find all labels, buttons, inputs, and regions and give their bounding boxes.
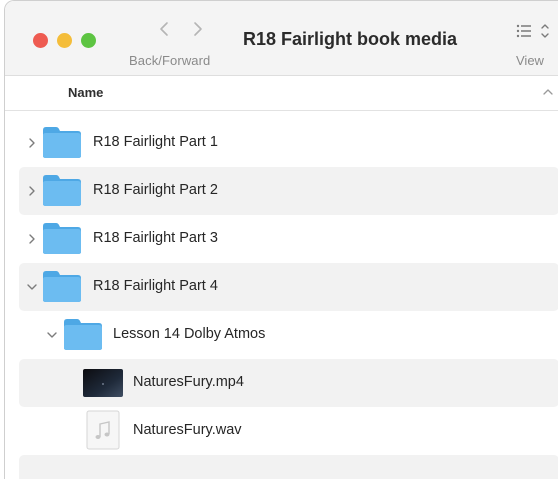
disclosure-expanded-icon[interactable]	[45, 328, 59, 342]
disclosure-collapsed-icon[interactable]	[25, 184, 39, 198]
disclosure-collapsed-icon[interactable]	[25, 136, 39, 150]
file-list: R18 Fairlight Part 1 R18 Fairlight Part …	[19, 119, 558, 479]
window-title: R18 Fairlight book media	[243, 29, 458, 49]
folder-icon	[41, 221, 83, 260]
folder-icon	[62, 317, 104, 356]
chevron-right-icon	[194, 22, 202, 36]
list-item[interactable]: R18 Fairlight Part 2	[19, 167, 558, 215]
list-item[interactable]: R18 Fairlight Part 1	[19, 119, 558, 167]
list-view-icon	[516, 24, 549, 38]
view-label: View	[516, 53, 544, 68]
chevron-left-icon	[160, 22, 168, 36]
view-options-button[interactable]	[515, 21, 555, 41]
close-button[interactable]	[33, 33, 48, 48]
folder-icon	[41, 269, 83, 308]
folder-icon	[41, 173, 83, 212]
title-bar: Back/Forward R18 Fairlight book media Vi…	[5, 1, 558, 76]
list-item-label: R18 Fairlight Part 1	[93, 134, 218, 150]
list-item-label: R18 Fairlight Part 3	[93, 230, 218, 246]
list-item-label: Lesson 14 Dolby Atmos	[113, 326, 266, 342]
list-item[interactable]: R18 Fairlight Part 4	[19, 263, 558, 311]
list-item[interactable]: NaturesFury.mp4	[19, 359, 558, 407]
zoom-button[interactable]	[81, 33, 96, 48]
name-column-header[interactable]: Name	[68, 85, 103, 100]
minimize-button[interactable]	[57, 33, 72, 48]
column-header: Name	[5, 76, 558, 111]
list-item-label: R18 Fairlight Part 2	[93, 182, 218, 198]
disclosure-collapsed-icon[interactable]	[25, 232, 39, 246]
sort-ascending-icon[interactable]	[542, 85, 554, 97]
list-item-label: NaturesFury.mp4	[133, 374, 244, 390]
audio-file-icon	[86, 410, 120, 455]
back-button[interactable]	[155, 19, 175, 39]
folder-icon	[41, 125, 83, 164]
forward-button[interactable]	[187, 19, 207, 39]
list-item-label: R18 Fairlight Part 4	[93, 278, 218, 294]
empty-list-row	[19, 455, 558, 479]
list-item[interactable]: R18 Fairlight Part 3	[19, 215, 558, 263]
finder-window: Back/Forward R18 Fairlight book media Vi…	[4, 0, 558, 479]
disclosure-expanded-icon[interactable]	[25, 280, 39, 294]
list-item-label: NaturesFury.wav	[133, 422, 242, 438]
list-item[interactable]: NaturesFury.wav	[19, 407, 558, 455]
list-item[interactable]: Lesson 14 Dolby Atmos	[19, 311, 558, 359]
nav-label: Back/Forward	[129, 53, 211, 68]
video-thumbnail-icon	[82, 368, 124, 403]
